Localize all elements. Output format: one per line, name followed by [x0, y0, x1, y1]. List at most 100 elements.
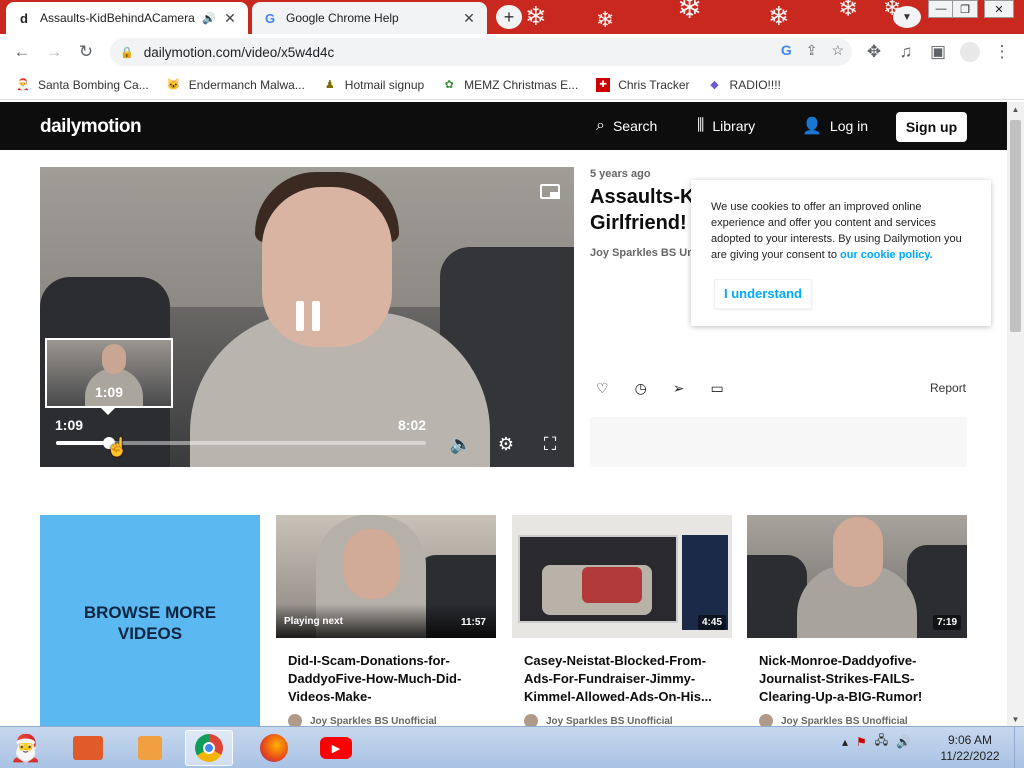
network-icon[interactable]: 🖧: [875, 731, 888, 752]
scrollbar-thumb[interactable]: [1010, 120, 1021, 332]
add-to-playlist-icon[interactable]: ▭: [711, 380, 724, 397]
channel-avatar: [759, 714, 773, 726]
bookmark-label: MEMZ Christmas E...: [464, 77, 579, 92]
file-explorer-icon[interactable]: [64, 730, 112, 766]
media-control-icon[interactable]: ♫: [894, 40, 918, 64]
minimize-window-button[interactable]: —: [928, 0, 954, 18]
video-card-title[interactable]: Nick-Monroe-Daddyofive-Journalist-Strike…: [759, 652, 959, 706]
nav-library[interactable]: ⫼ Library: [697, 102, 755, 150]
volume-icon[interactable]: 🔈: [450, 433, 472, 455]
bookmark-santa-bombing[interactable]: 🎅 Santa Bombing Ca...: [16, 78, 149, 92]
clock-time: 9:06 AM: [947, 733, 993, 747]
video-card-channel[interactable]: Joy Sparkles BS Unofficial: [288, 714, 437, 726]
send-icon[interactable]: ➢: [673, 380, 685, 397]
reload-icon[interactable]: ↻: [74, 40, 98, 64]
channel-label: Joy Sparkles BS Unofficial: [310, 715, 437, 727]
back-icon[interactable]: ←: [10, 40, 34, 64]
profile-avatar-icon[interactable]: [958, 40, 982, 64]
google-icon[interactable]: G: [781, 42, 792, 59]
video-card[interactable]: 7:19 Nick-Monroe-Daddyofive-Journalist-S…: [747, 515, 967, 726]
report-link[interactable]: Report: [930, 381, 966, 395]
google-favicon-icon: G: [264, 10, 276, 26]
media-player-icon[interactable]: [126, 730, 174, 766]
video-card[interactable]: 4:45 Casey-Neistat-Blocked-From-Ads-For-…: [512, 515, 732, 726]
video-card-title[interactable]: Did-I-Scam-Donations-for-DaddyoFive-How-…: [288, 652, 488, 706]
nav-login[interactable]: 👤 Log in: [802, 102, 868, 150]
speaker-icon[interactable]: 🔊: [202, 12, 216, 25]
channel-label: Joy Sparkles BS Unofficial: [781, 715, 908, 727]
gift-icon: ✚: [596, 77, 611, 92]
new-tab-button[interactable]: +: [496, 5, 522, 29]
video-player[interactable]: 1:09 1:09 8:02 ☝ 🔈 ⚙ ⛶: [40, 167, 574, 467]
radio-icon: ◆: [710, 79, 719, 91]
chrome-icon[interactable]: [185, 730, 233, 766]
lock-icon[interactable]: 🔒: [120, 46, 134, 59]
nav-login-label: Log in: [829, 118, 869, 134]
nav-search[interactable]: ⌕ Search: [596, 102, 657, 150]
page-scrollbar[interactable]: ▲ ▼: [1007, 102, 1024, 726]
firefox-icon[interactable]: [250, 730, 298, 766]
youtube-icon[interactable]: ▶: [312, 730, 360, 766]
show-desktop-button[interactable]: [1014, 727, 1024, 768]
chevron-down-icon[interactable]: ▼: [893, 6, 921, 28]
address-text[interactable]: dailymotion.com/video/x5w4d4c: [144, 45, 335, 60]
user-icon: 👤: [802, 118, 822, 135]
fullscreen-icon[interactable]: ⛶: [539, 433, 561, 455]
close-tab-icon[interactable]: ✕: [222, 10, 238, 27]
show-hidden-icons-icon[interactable]: ▴: [842, 735, 848, 749]
video-thumbnail[interactable]: Playing next 11:57: [276, 515, 496, 638]
clock-icon[interactable]: ◷: [635, 380, 647, 397]
heart-icon[interactable]: ♡: [596, 380, 609, 397]
search-icon: ⌕: [596, 117, 605, 134]
video-card-channel[interactable]: Joy Sparkles BS Unofficial: [524, 714, 673, 726]
close-window-button[interactable]: ✕: [984, 0, 1014, 18]
video-card[interactable]: Playing next 11:57 Did-I-Scam-Donations-…: [276, 515, 496, 726]
bookmark-chris-tracker[interactable]: ✚ Chris Tracker: [596, 77, 690, 92]
seek-preview-thumbnail: 1:09: [45, 338, 173, 408]
tab-dailymotion[interactable]: d Assaults-KidBehindACamera 🔊 ✕: [6, 2, 248, 34]
video-card-channel[interactable]: Joy Sparkles BS Unofficial: [759, 714, 908, 726]
cookie-policy-link[interactable]: our cookie policy.: [840, 249, 933, 261]
star-icon[interactable]: ☆: [831, 42, 844, 59]
settings-gear-icon[interactable]: ⚙: [495, 433, 517, 455]
video-thumbnail[interactable]: 4:45: [512, 515, 732, 638]
video-duration: 11:57: [460, 617, 486, 628]
signup-button[interactable]: Sign up: [896, 112, 967, 142]
pause-button[interactable]: [296, 301, 320, 331]
video-duration: 4:45: [697, 615, 726, 630]
action-center-icon[interactable]: ⚑: [856, 735, 867, 749]
video-thumbnail[interactable]: 7:19: [747, 515, 967, 638]
share-icon[interactable]: ⇪: [806, 42, 818, 59]
side-panel-icon[interactable]: ▣: [926, 40, 950, 64]
close-tab-icon[interactable]: ✕: [461, 10, 477, 27]
dailymotion-logo[interactable]: dailymotion: [40, 116, 142, 138]
extensions-icon[interactable]: ✥: [862, 40, 886, 64]
bookmark-endermanch[interactable]: 🐱 Endermanch Malwa...: [167, 78, 305, 92]
bookmark-memz[interactable]: ✿ MEMZ Christmas E...: [442, 77, 579, 92]
bookmark-radio[interactable]: ◆ RADIO!!!!: [708, 78, 781, 92]
system-tray: ▴ ⚑ 🖧 🔊: [842, 731, 911, 752]
video-age: 5 years ago: [590, 168, 651, 180]
video-card-title[interactable]: Casey-Neistat-Blocked-From-Ads-For-Fundr…: [524, 652, 724, 706]
volume-tray-icon[interactable]: 🔊: [896, 735, 911, 749]
i-understand-button[interactable]: I understand: [714, 279, 812, 309]
channel-name[interactable]: Joy Sparkles BS Unofficial: [590, 247, 700, 259]
more-menu-icon[interactable]: ⋮: [990, 40, 1014, 64]
start-button-santa-icon[interactable]: 🎅: [4, 729, 48, 767]
scroll-down-icon[interactable]: ▼: [1007, 712, 1024, 726]
picture-in-picture-icon[interactable]: [540, 184, 560, 199]
cookie-consent-dialog: We use cookies to offer an improved onli…: [691, 180, 991, 326]
snowflake-icon: ❄: [596, 8, 615, 33]
tab-chrome-help[interactable]: G Google Chrome Help ✕: [252, 2, 487, 34]
seek-preview-pointer: [101, 408, 115, 415]
bookmark-label: Chris Tracker: [618, 77, 690, 92]
tab-title: Assaults-KidBehindACamera: [40, 11, 195, 25]
scroll-up-icon[interactable]: ▲: [1007, 102, 1024, 116]
system-clock[interactable]: 9:06 AM 11/22/2022: [928, 732, 1012, 764]
bookmark-label: Hotmail signup: [344, 77, 425, 92]
address-bar[interactable]: 🔒 dailymotion.com/video/x5w4d4c G ⇪ ☆: [110, 38, 852, 66]
bookmark-hotmail[interactable]: ♟ Hotmail signup: [323, 78, 424, 92]
restore-window-button[interactable]: ❐: [952, 0, 978, 18]
browse-more-videos[interactable]: BROWSE MORE VIDEOS: [40, 515, 260, 726]
forward-icon[interactable]: →: [42, 40, 66, 64]
